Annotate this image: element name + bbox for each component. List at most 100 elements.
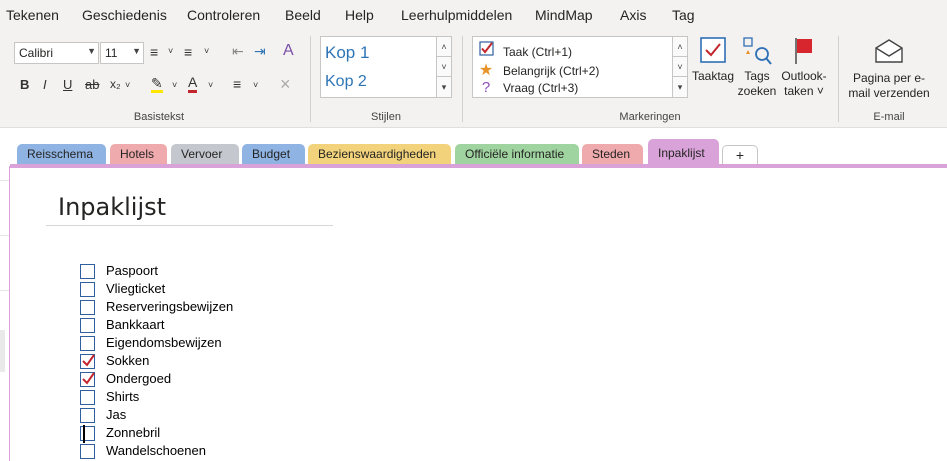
todo-checkbox[interactable] <box>80 300 95 315</box>
menu-geschiedenis[interactable]: Geschiedenis <box>82 7 167 23</box>
todo-checkbox[interactable] <box>80 408 95 423</box>
italic-icon[interactable]: I <box>43 77 47 92</box>
delete-icon[interactable]: × <box>280 74 291 95</box>
menu-help[interactable]: Help <box>345 7 374 23</box>
group-label-tags: Markeringen <box>619 111 681 123</box>
outlook-tasks-button[interactable]: Outlook- taken ˅ <box>779 36 829 99</box>
chevron-down-icon[interactable]: ˅ <box>172 80 177 90</box>
font-name-combo[interactable]: Calibri ▼ <box>14 42 99 64</box>
list-item-label[interactable]: Vliegticket <box>106 281 165 296</box>
list-item-label[interactable]: Shirts <box>106 389 139 404</box>
list-item-label[interactable]: Sokken <box>106 353 149 368</box>
plus-icon: + <box>735 147 745 163</box>
section-tab-hotels[interactable]: Hotels <box>110 144 167 165</box>
underline-icon[interactable]: U <box>63 77 72 92</box>
menu-leerhulpmiddelen[interactable]: Leerhulpmiddelen <box>401 7 512 23</box>
align-icon[interactable]: ≡ <box>233 76 241 92</box>
tags-scroll[interactable]: ˄ ˅ ▾ <box>672 37 687 97</box>
email-page-button[interactable]: Pagina per e- mail verzenden <box>846 38 932 101</box>
todo-checkbox[interactable] <box>80 425 95 443</box>
find-tags-button[interactable]: Tags zoeken <box>737 36 777 99</box>
style-heading-2[interactable]: Kop 2 <box>325 73 367 91</box>
menu-controleren[interactable]: Controleren <box>187 7 260 23</box>
tag-todo[interactable]: Taak (Ctrl+1) <box>477 41 572 59</box>
section-tab-budget[interactable]: Budget <box>242 144 305 165</box>
section-tab-label: Steden <box>592 147 631 161</box>
clear-formatting-icon[interactable]: A <box>283 42 294 60</box>
todo-checkbox-checked[interactable] <box>80 354 95 369</box>
list-item-label[interactable]: Bankkaart <box>106 317 165 332</box>
tag-question[interactable]: ? Vraag (Ctrl+3) <box>477 79 578 96</box>
tags-gallery[interactable]: Taak (Ctrl+1) ★ Belangrijk (Ctrl+2) ? Vraa… <box>472 36 688 98</box>
menu-mindmap[interactable]: MindMap <box>535 7 593 23</box>
chevron-down-icon[interactable]: ˅ <box>125 80 130 90</box>
menu-beeld[interactable]: Beeld <box>285 7 321 23</box>
chevron-down-icon[interactable]: ˅ <box>673 57 687 77</box>
page-list-scrollbar[interactable] <box>0 330 5 372</box>
strikethrough-icon[interactable]: ab <box>85 77 99 92</box>
menu-tag[interactable]: Tag <box>672 7 695 23</box>
decrease-indent-icon[interactable]: ⇤ <box>232 43 244 60</box>
increase-indent-icon[interactable]: ⇥ <box>254 43 266 60</box>
list-item-label[interactable]: Jas <box>106 407 126 422</box>
section-tab-reisschema[interactable]: Reisschema <box>17 144 106 165</box>
subscript-icon[interactable]: x₂ <box>110 77 121 91</box>
section-tab-label: Budget <box>252 147 291 161</box>
outlook-tasks-label-line2: taken ˅ <box>784 84 824 98</box>
todo-checkbox[interactable] <box>80 444 95 459</box>
todo-checkbox[interactable] <box>80 318 95 333</box>
expand-gallery-icon[interactable]: ▾ <box>437 77 451 97</box>
list-item-label[interactable]: Eigendomsbewijzen <box>106 335 222 350</box>
section-tab-label: Reisschema <box>27 147 94 161</box>
chevron-up-icon[interactable]: ˄ <box>673 37 687 57</box>
page-top-border <box>10 164 947 168</box>
chevron-down-icon[interactable]: ˅ <box>168 46 173 56</box>
chevron-up-icon[interactable]: ˄ <box>437 37 451 57</box>
chevron-down-icon[interactable]: ˅ <box>204 46 209 56</box>
style-heading-1[interactable]: Kop 1 <box>325 43 369 63</box>
email-label-line2: mail verzenden <box>848 86 930 100</box>
question-icon: ? <box>481 79 491 96</box>
todo-checkbox[interactable] <box>80 390 95 405</box>
menu-tekenen[interactable]: Tekenen <box>6 7 59 23</box>
checkbox-red-check-icon <box>477 41 495 59</box>
list-item-label[interactable]: Wandelschoenen <box>106 443 206 458</box>
menu-axis[interactable]: Axis <box>620 7 646 23</box>
list-item-label[interactable]: Zonnebril <box>106 425 160 440</box>
page-title[interactable]: Inpaklijst <box>58 193 166 221</box>
bold-icon[interactable]: B <box>20 77 29 92</box>
add-section-button[interactable]: + <box>722 145 758 166</box>
section-tab-officiele-informatie[interactable]: Officiële informatie <box>455 144 579 165</box>
expand-gallery-icon[interactable]: ▾ <box>673 77 687 97</box>
styles-scroll[interactable]: ˄ ˅ ▾ <box>436 37 451 97</box>
red-check-icon <box>82 354 95 367</box>
font-color-icon[interactable]: A <box>188 75 198 93</box>
outlook-tasks-label-line1: Outlook- <box>781 69 827 83</box>
list-item-label[interactable]: Paspoort <box>106 263 158 278</box>
font-size-combo[interactable]: 11 ▼ <box>100 42 144 64</box>
todo-tag-button[interactable]: Taaktag <box>692 36 734 84</box>
list-item-label[interactable]: Reserveringsbewijzen <box>106 299 233 314</box>
tag-important[interactable]: ★ Belangrijk (Ctrl+2) <box>477 60 600 80</box>
section-tab-vervoer[interactable]: Vervoer <box>171 144 239 165</box>
numbered-list-icon[interactable]: ≡ <box>184 44 192 60</box>
todo-checkbox[interactable] <box>80 264 95 279</box>
tag-todo-label: Taak (Ctrl+1) <box>503 45 573 59</box>
section-tab-label: Inpaklijst <box>658 146 705 160</box>
section-tab-bezienswaardigheden[interactable]: Bezienswaardigheden <box>308 144 451 165</box>
chevron-down-icon: ▼ <box>132 46 141 56</box>
todo-tag-label: Taaktag <box>692 69 735 83</box>
section-tab-inpaklijst[interactable]: Inpaklijst <box>648 139 719 166</box>
styles-gallery[interactable]: Kop 1 Kop 2 ˄ ˅ ▾ <box>320 36 452 98</box>
highlight-icon[interactable]: ✎ <box>151 76 163 93</box>
todo-checkbox[interactable] <box>80 336 95 351</box>
todo-checkbox-checked[interactable] <box>80 372 95 387</box>
chevron-down-icon[interactable]: ˅ <box>208 80 213 90</box>
bullet-list-icon[interactable]: ≡ <box>150 44 158 60</box>
chevron-down-icon[interactable]: ˅ <box>437 57 451 77</box>
chevron-down-icon[interactable]: ˅ <box>253 80 258 90</box>
section-tab-steden[interactable]: Steden <box>582 144 643 165</box>
section-tab-label: Hotels <box>120 147 155 161</box>
list-item-label[interactable]: Ondergoed <box>106 371 171 386</box>
todo-checkbox[interactable] <box>80 282 95 297</box>
